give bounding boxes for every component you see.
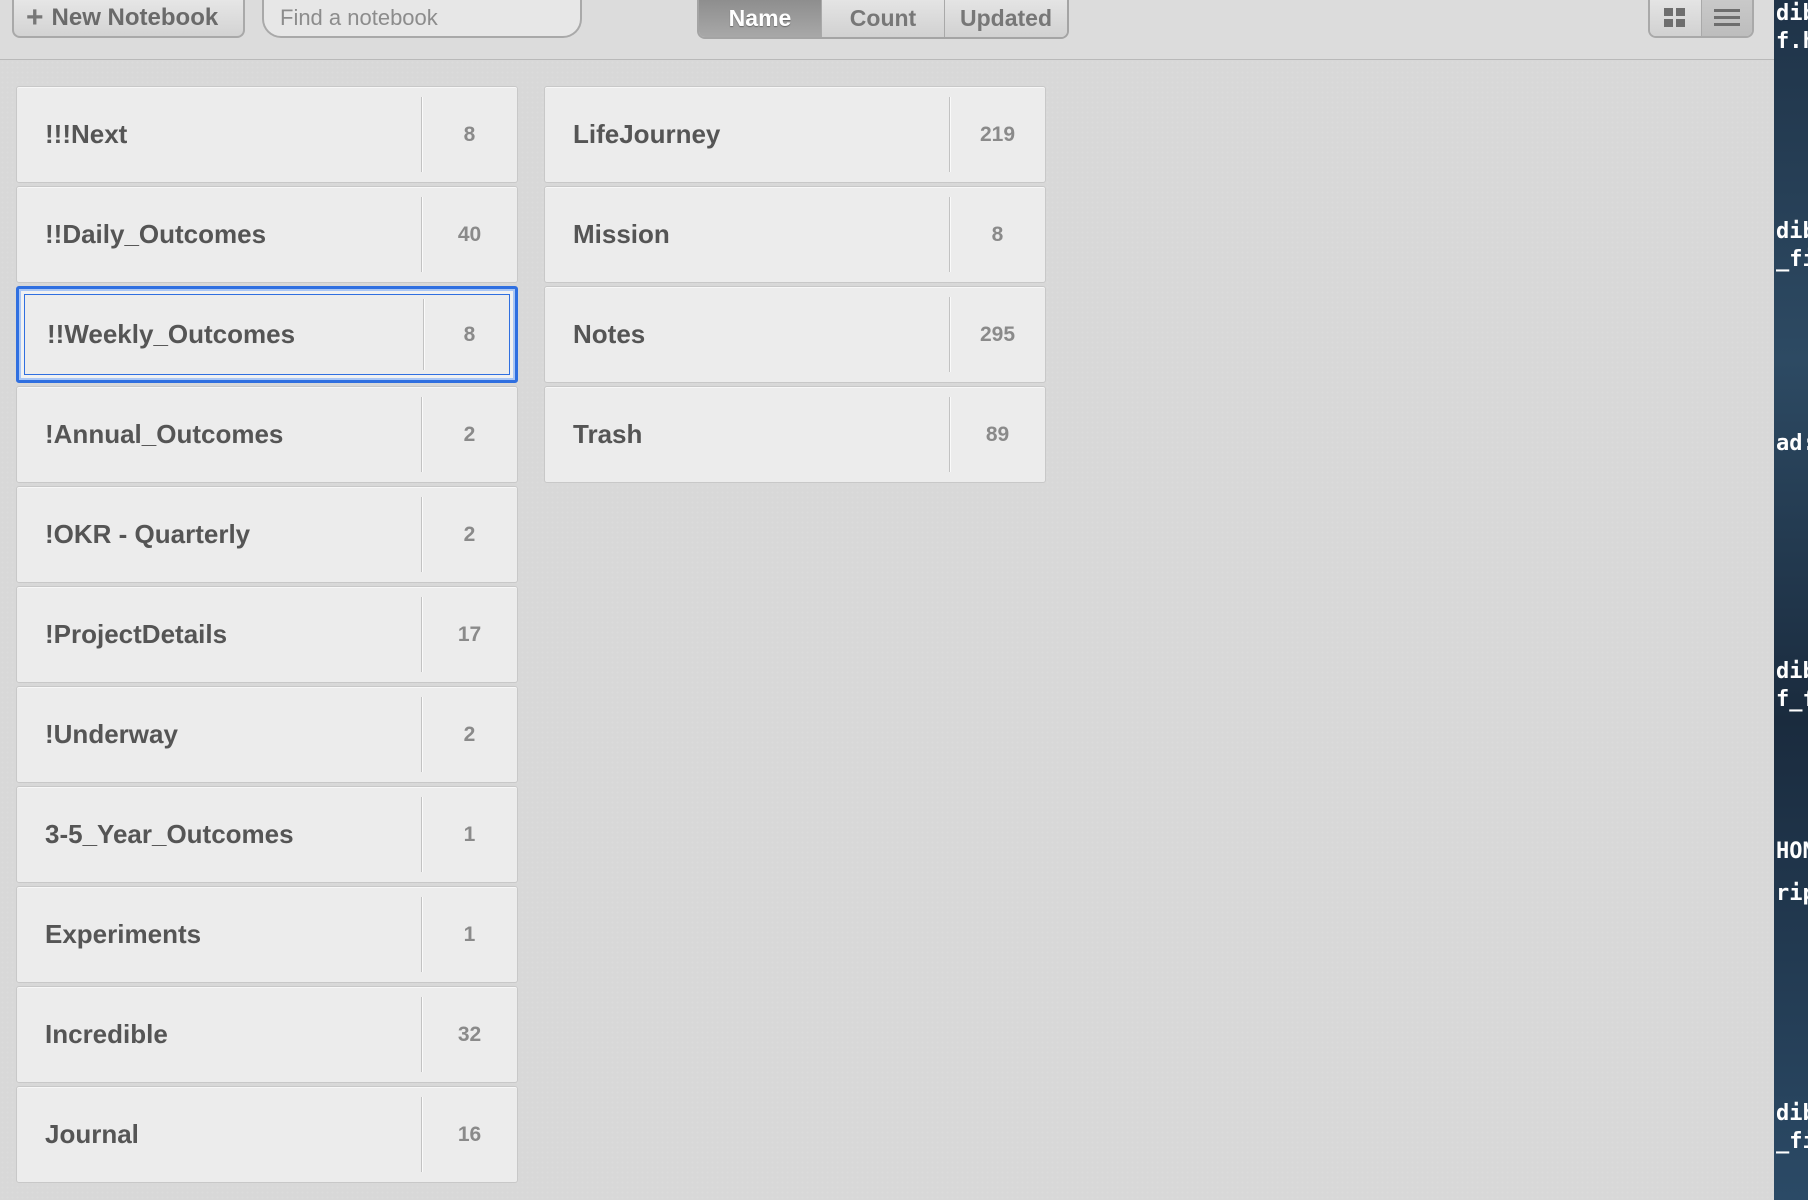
desktop-file-label: dib [1776,1,1808,26]
notebook-name: !OKR - Quarterly [45,519,251,549]
notebook-name: Notes [573,319,646,349]
notebook-column-right: LifeJourney 219 Mission 8 Notes 295 Trash 89 [544,86,1046,486]
notebook-note-count: 32 [457,1022,482,1046]
notebook-name: Experiments [45,919,202,949]
plus-icon: + [26,1,44,34]
desktop-file-label: ript [1776,881,1808,906]
notebook-column-left: !!!Next 8 !!Daily_Outcomes 40 !!Weekly_Outco… [16,86,518,1186]
toolbar: + New Notebook Name Count Updated [0,0,1774,60]
notebook-name: Trash [573,419,643,449]
notebook-name: !Annual_Outcomes [45,419,284,449]
view-mode-control [1648,0,1754,38]
notebook-card[interactable]: 3-5_Year_Outcomes 1 [16,786,518,883]
find-notebook-input[interactable] [264,0,580,36]
desktop-file-label: _fil [1776,1129,1808,1154]
notebook-card[interactable]: !!Daily_Outcomes 40 [16,186,518,283]
notebook-card[interactable]: !ProjectDetails 17 [16,586,518,683]
notebook-note-count: 219 [979,122,1016,146]
notebook-card[interactable]: Incredible 32 [16,986,518,1083]
notebook-name: !ProjectDetails [45,619,228,649]
notebook-card[interactable]: !!!Next 8 [16,86,518,183]
notebook-note-count: 295 [979,322,1016,346]
sort-segmented-control: Name Count Updated [697,0,1069,39]
notebook-note-count: 2 [463,722,476,746]
notebook-card[interactable]: Trash 89 [544,386,1046,483]
notebook-name: LifeJourney [573,119,721,149]
notebook-card[interactable]: !OKR - Quarterly 2 [16,486,518,583]
desktop-background-strip: dib f.h dib _fi ad: dib f_fi HON ript dib _fil [1774,0,1808,1200]
notebook-name: !!!Next [45,119,128,149]
notebook-card[interactable]: Experiments 1 [16,886,518,983]
list-view-button[interactable] [1700,0,1752,36]
sort-by-name-button[interactable]: Name [699,0,821,37]
notebook-note-count: 2 [463,522,476,546]
sort-by-count-button[interactable]: Count [821,0,944,37]
notebook-browser: + New Notebook Name Count Updated [0,0,1774,1200]
notebook-card[interactable]: !Underway 2 [16,686,518,783]
notebook-note-count: 8 [463,322,476,346]
notebook-name: Mission [573,219,670,249]
notebook-name: !!Weekly_Outcomes [47,319,296,349]
search-field-wrapper [262,0,582,38]
grid-view-button[interactable] [1650,0,1701,36]
desktop-file-label: f.h [1776,29,1808,54]
notebook-card[interactable]: Notes 295 [544,286,1046,383]
desktop-file-label: dib [1776,1101,1808,1126]
desktop-file-label: _fi [1776,247,1808,272]
notebook-card[interactable]: Journal 16 [16,1086,518,1183]
notebook-note-count: 1 [463,922,476,946]
notebook-note-count: 16 [457,1122,482,1146]
notebook-name: !!Daily_Outcomes [45,219,267,249]
notebook-card[interactable]: !!Weekly_Outcomes 8 [16,286,518,383]
desktop-file-label: f_fi [1776,687,1808,712]
new-notebook-button[interactable]: + New Notebook [12,0,245,38]
notebook-name: !Underway [45,719,178,749]
desktop-file-label: ad: [1776,431,1808,456]
grid-icon [1664,8,1686,27]
notebook-name: 3-5_Year_Outcomes [45,819,294,849]
list-icon [1713,9,1740,26]
notebook-name: Journal [45,1119,139,1149]
notebook-note-count: 89 [985,422,1010,446]
notebook-note-count: 2 [463,422,476,446]
new-notebook-label: New Notebook [51,4,219,31]
notebook-note-count: 8 [463,122,476,146]
notebook-card[interactable]: LifeJourney 219 [544,86,1046,183]
desktop-file-label: dib [1776,219,1808,244]
notebook-note-count: 17 [457,622,482,646]
notebook-note-count: 40 [457,222,482,246]
sort-by-updated-button[interactable]: Updated [944,0,1067,37]
notebook-card[interactable]: !Annual_Outcomes 2 [16,386,518,483]
desktop-file-label: dib [1776,659,1808,684]
notebook-card[interactable]: Mission 8 [544,186,1046,283]
notebook-name: Incredible [45,1019,168,1049]
notebook-note-count: 8 [991,222,1004,246]
desktop-file-label: HON [1776,839,1808,864]
notebook-note-count: 1 [463,822,476,846]
